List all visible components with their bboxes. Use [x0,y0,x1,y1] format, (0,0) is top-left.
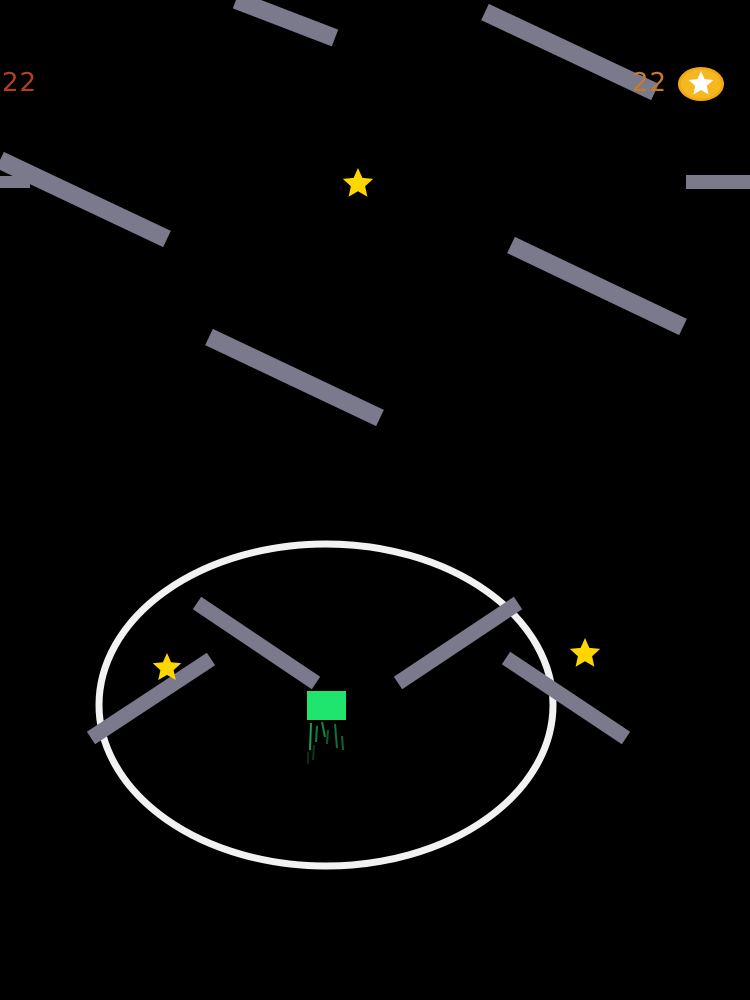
star-pickup [342,168,374,197]
platform [205,328,384,427]
platform [507,236,687,336]
platform [501,651,631,745]
platform [393,596,523,690]
coin-counter: 22 [632,68,668,98]
star-pickup [569,638,601,667]
player-square [307,691,346,720]
player-trail [307,721,344,764]
platform [192,596,321,690]
star-coin-icon [677,66,725,102]
platform [0,151,171,248]
platform [86,652,216,745]
player[interactable] [307,691,346,764]
platform [481,3,659,101]
score-counter: 22 [2,68,38,98]
platform [232,0,339,47]
game-board[interactable] [0,0,750,1000]
game-screen[interactable]: 22 22 [0,0,750,1000]
